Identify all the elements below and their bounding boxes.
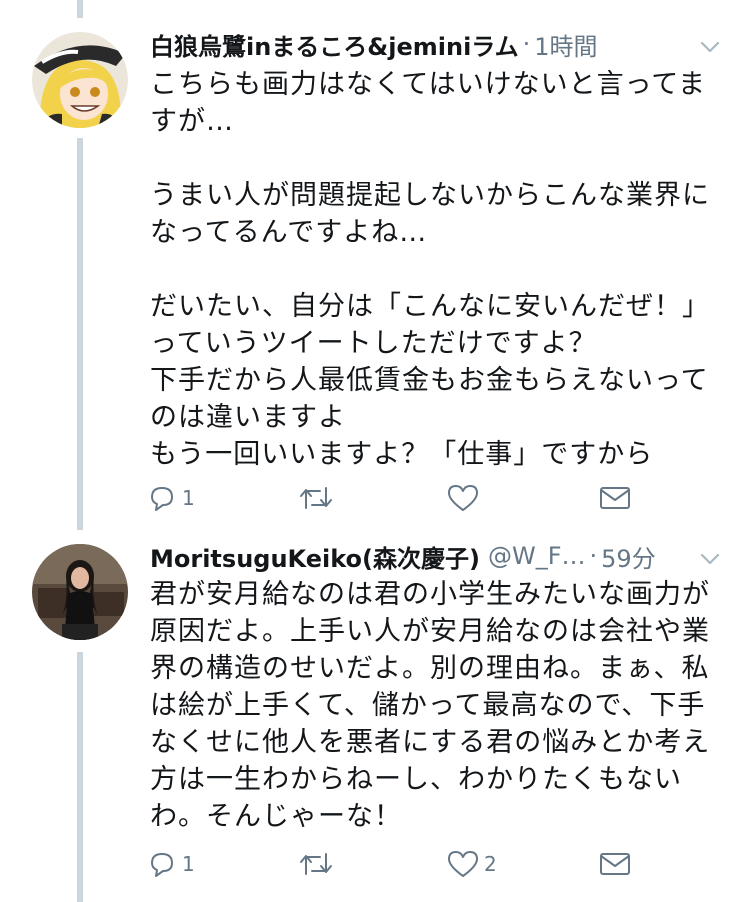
like-icon: [446, 482, 480, 514]
tweet-actions: 1 2: [146, 844, 646, 884]
tweet[interactable]: MoritsuguKeiko(森次慶子) @W_F… · 59分 君が安月給なの…: [0, 530, 749, 902]
timestamp[interactable]: 59分: [601, 539, 656, 574]
retweet-button[interactable]: [298, 478, 338, 518]
direct-message-button[interactable]: [598, 478, 632, 518]
reply-button[interactable]: 1: [146, 478, 195, 518]
retweet-icon: [298, 848, 334, 880]
retweet-icon: [298, 482, 334, 514]
reply-icon: [146, 848, 178, 880]
timestamp[interactable]: 1時間: [534, 27, 597, 62]
direct-message-button[interactable]: [598, 844, 632, 884]
tweet-header: MoritsuguKeiko(森次慶子) @W_F… · 59分: [150, 536, 749, 576]
like-count: 2: [484, 852, 497, 876]
tweet-text: こちらも画力はなくてはいけないと言ってま すが… うまい人が問題提起しないからこ…: [150, 69, 710, 470]
like-icon: [446, 848, 480, 880]
tweet-actions: 1: [146, 478, 646, 518]
handle[interactable]: @W_F…: [488, 542, 586, 570]
separator: ·: [522, 30, 531, 58]
reply-button[interactable]: 1: [146, 844, 195, 884]
tweet-text: 君が安月給なのは君の小学生みたいな画力が 原因だよ。上手い人が安月給なのは会社や…: [150, 579, 711, 832]
caret-down-icon[interactable]: [699, 36, 721, 58]
direct-message-icon: [598, 848, 632, 880]
reply-icon: [146, 482, 178, 514]
tweet-header: 白狼烏鷺inまるころ&jeminiラム · 1時間: [150, 24, 749, 64]
display-name[interactable]: 白狼烏鷺inまるころ&jeminiラム: [150, 27, 519, 62]
separator: ·: [589, 542, 598, 570]
direct-message-icon: [598, 482, 632, 514]
reply-count: 1: [182, 852, 195, 876]
like-button[interactable]: [446, 478, 484, 518]
caret-down-icon[interactable]: [699, 548, 721, 570]
retweet-button[interactable]: [298, 844, 338, 884]
like-button[interactable]: 2: [446, 844, 497, 884]
tweet[interactable]: 白狼烏鷺inまるころ&jeminiラム · 1時間 こちらも画力はなくてはいけな…: [0, 0, 749, 530]
avatar[interactable]: [32, 32, 128, 128]
reply-count: 1: [182, 486, 195, 510]
avatar[interactable]: [32, 544, 128, 640]
display-name[interactable]: MoritsuguKeiko(森次慶子): [150, 539, 480, 574]
